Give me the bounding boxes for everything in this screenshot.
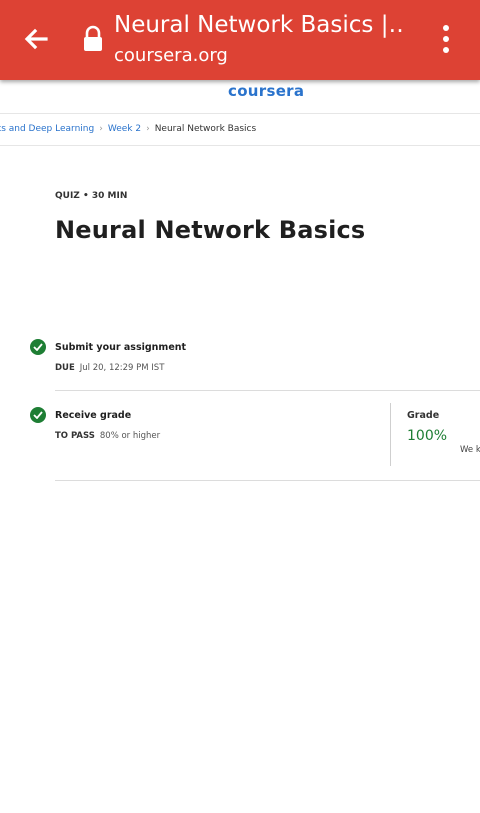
step-submit-due: DUE Jul 20, 12:29 PM IST bbox=[55, 363, 164, 373]
chevron-right-icon: › bbox=[99, 124, 103, 134]
step-grade-title: Receive grade bbox=[55, 410, 132, 421]
breadcrumb-course-link[interactable]: ks and Deep Learning bbox=[0, 124, 94, 134]
step-grade-pass: TO PASS 80% or higher bbox=[55, 431, 160, 441]
page-title: Neural Network Basics bbox=[55, 216, 366, 244]
pass-key: TO PASS bbox=[55, 431, 95, 441]
step-submit-title: Submit your assignment bbox=[55, 342, 187, 353]
check-circle-icon bbox=[30, 407, 46, 423]
grade-separator bbox=[390, 403, 391, 466]
pass-value: 80% or higher bbox=[99, 431, 161, 441]
divider bbox=[55, 390, 480, 391]
check-circle-icon bbox=[30, 339, 46, 355]
coursera-logo[interactable]: coursera bbox=[228, 82, 304, 100]
lock-icon bbox=[82, 25, 104, 53]
browser-url[interactable]: coursera.org bbox=[114, 45, 228, 66]
back-arrow-icon[interactable] bbox=[16, 20, 56, 60]
browser-page-title[interactable]: Neural Network Basics |… bbox=[114, 12, 404, 38]
quiz-meta: QUIZ • 30 MIN bbox=[55, 191, 128, 201]
more-vert-icon[interactable] bbox=[432, 22, 460, 58]
site-header: coursera bbox=[0, 80, 480, 114]
chevron-right-icon: › bbox=[146, 124, 150, 134]
breadcrumb-week-link[interactable]: Week 2 bbox=[108, 124, 141, 134]
divider bbox=[0, 145, 480, 146]
grade-note: We k bbox=[460, 445, 480, 455]
breadcrumb-current: Neural Network Basics bbox=[154, 124, 257, 134]
browser-toolbar: Neural Network Basics |… coursera.org bbox=[0, 0, 480, 80]
due-key: DUE bbox=[55, 363, 75, 373]
grade-label: Grade bbox=[407, 410, 440, 421]
grade-value: 100% bbox=[407, 428, 448, 444]
breadcrumb: ks and Deep Learning › Week 2 › Neural Netwo… bbox=[0, 124, 256, 134]
divider bbox=[55, 480, 480, 481]
due-value: Jul 20, 12:29 PM IST bbox=[79, 363, 165, 373]
